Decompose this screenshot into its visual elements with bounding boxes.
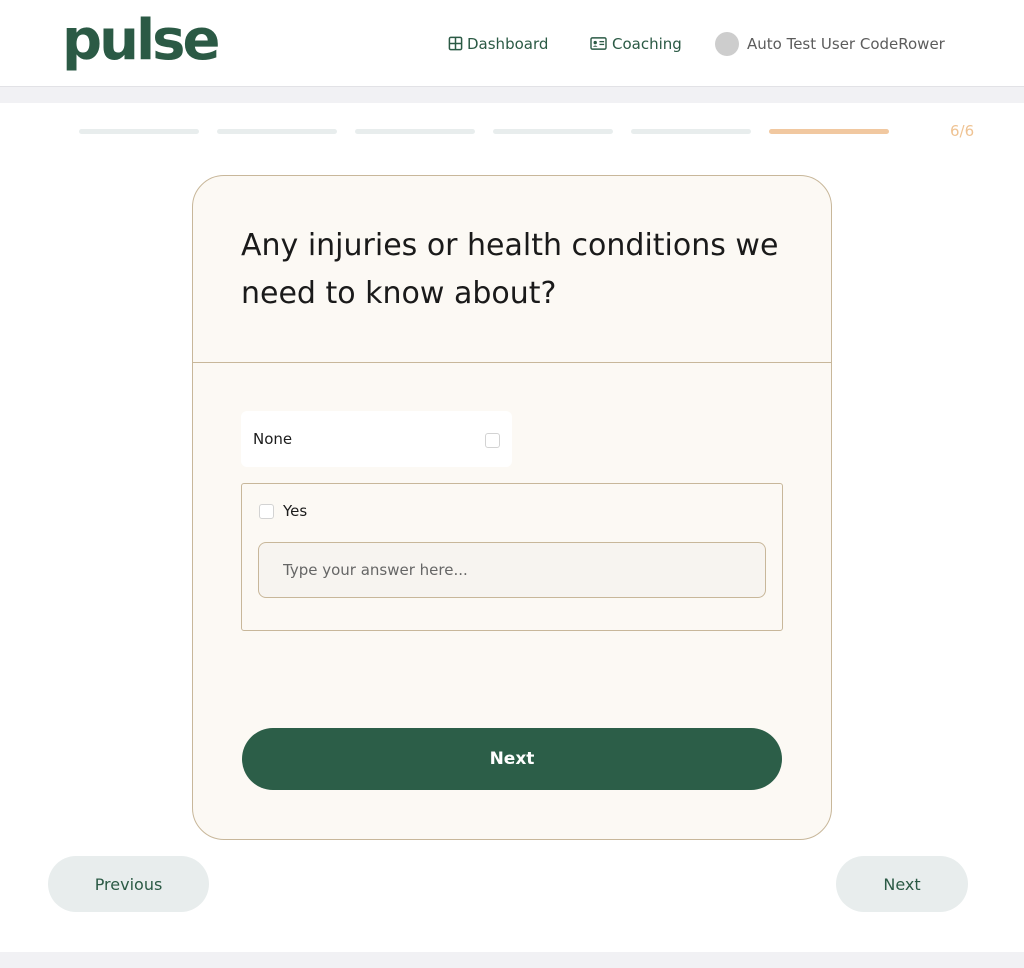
option-none[interactable]: None [241, 411, 512, 467]
option-none-label: None [253, 430, 293, 448]
answer-input[interactable] [258, 542, 766, 598]
pulse-logo[interactable]: pulse [62, 8, 220, 74]
nav-dashboard-label: Dashboard [467, 34, 549, 53]
user-name: Auto Test User CodeRower [747, 34, 945, 53]
grid-icon [448, 36, 463, 51]
progress-segment-3 [355, 129, 475, 134]
user-menu[interactable]: Auto Test User CodeRower [715, 0, 945, 87]
id-card-icon [590, 37, 607, 50]
option-yes: Yes [241, 483, 783, 631]
progress-segment-6 [769, 129, 889, 134]
top-header: pulse Dashboard Coaching Auto Test User … [0, 0, 1024, 87]
questionnaire-main: 6/6 Any injuries or health conditions we… [0, 103, 1024, 952]
next-button[interactable]: Next [836, 856, 968, 912]
avatar [715, 31, 739, 56]
submit-next-button[interactable]: Next [242, 728, 782, 790]
option-yes-label: Yes [283, 502, 308, 520]
previous-button[interactable]: Previous [48, 856, 209, 912]
option-yes-row[interactable]: Yes [259, 502, 307, 520]
progress-segment-1 [79, 129, 199, 134]
progress-segment-2 [217, 129, 337, 134]
card-divider [193, 362, 831, 363]
option-none-checkbox[interactable] [485, 433, 500, 448]
question-card: Any injuries or health conditions we nee… [192, 175, 832, 840]
progress-segment-5 [631, 129, 751, 134]
nav-coaching-link[interactable]: Coaching [589, 0, 682, 87]
question-title: Any injuries or health conditions we nee… [241, 228, 779, 311]
option-yes-checkbox[interactable] [259, 503, 274, 519]
step-counter: 6/6 [950, 122, 975, 140]
nav-coaching-label: Coaching [612, 34, 682, 53]
progress-bar [79, 129, 889, 134]
nav-dashboard-link[interactable]: Dashboard [448, 0, 548, 87]
progress-segment-4 [493, 129, 613, 134]
